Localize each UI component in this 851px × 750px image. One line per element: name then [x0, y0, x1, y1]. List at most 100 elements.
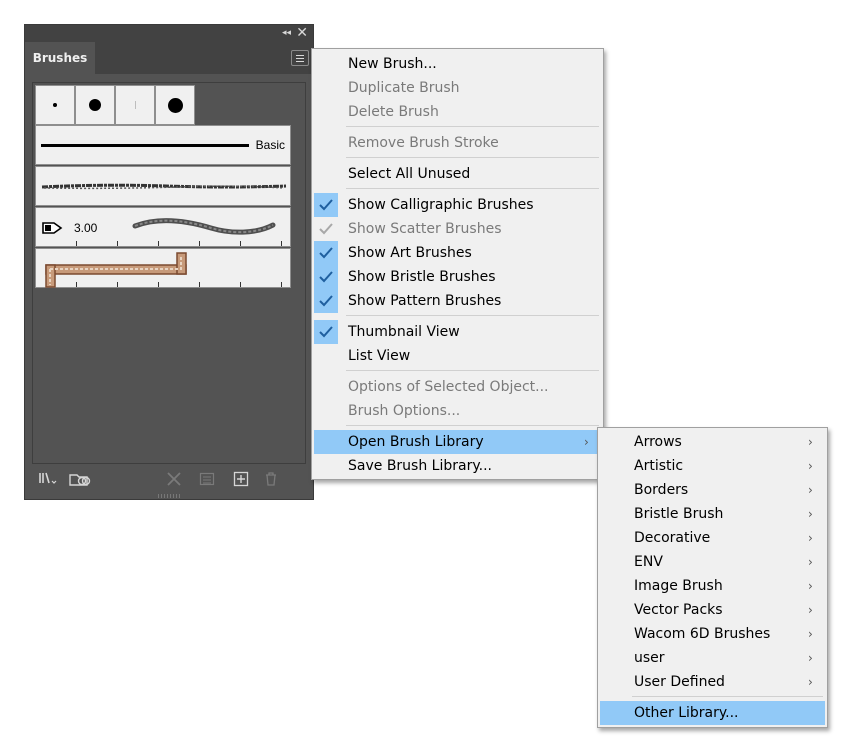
chevron-right-icon: ›	[808, 435, 813, 449]
pattern-brush-row[interactable]	[35, 248, 292, 288]
library-item-env[interactable]: ENV ›	[600, 550, 825, 574]
menu-separator	[346, 126, 599, 127]
panel-bottom-bar	[25, 463, 313, 499]
menu-item-duplicate-brush: Duplicate Brush	[314, 76, 601, 100]
library-item-user[interactable]: user ›	[600, 646, 825, 670]
menu-separator	[632, 696, 823, 697]
menu-separator	[346, 370, 599, 371]
checkmark-icon	[314, 320, 338, 344]
menu-item-label: Thumbnail View	[348, 324, 460, 340]
chevron-right-icon: ›	[808, 531, 813, 545]
menu-item-open-brush-library[interactable]: Open Brush Library ›	[314, 430, 601, 454]
brush-dot-icon	[135, 101, 136, 109]
menu-item-label: Vector Packs	[634, 602, 723, 618]
library-item-wacom-6d-brushes[interactable]: Wacom 6D Brushes ›	[600, 622, 825, 646]
panel-menu-icon[interactable]	[291, 50, 309, 66]
menu-item-label: Brush Options...	[348, 403, 461, 419]
menu-separator	[346, 188, 599, 189]
checkmark-icon	[314, 241, 338, 265]
menu-item-thumbnail-view[interactable]: Thumbnail View	[314, 320, 601, 344]
library-item-user-defined[interactable]: User Defined ›	[600, 670, 825, 694]
collapse-panel-icon[interactable]: ◂◂	[282, 27, 291, 39]
options-of-selected-object-icon	[199, 471, 215, 492]
menu-item-label: user	[634, 650, 665, 666]
chevron-right-icon: ›	[584, 435, 589, 449]
menu-item-label: Options of Selected Object...	[348, 379, 549, 395]
menu-item-show-bristle-brushes[interactable]: Show Bristle Brushes	[314, 265, 601, 289]
menu-item-label: Other Library...	[634, 705, 739, 721]
calligraphic-brush-swatch[interactable]	[75, 85, 115, 125]
menu-item-label: Delete Brush	[348, 104, 439, 120]
new-brush-icon[interactable]	[233, 471, 249, 492]
menu-item-label: Select All Unused	[348, 166, 471, 182]
menu-item-label: Show Scatter Brushes	[348, 221, 502, 237]
panel-title-bar[interactable]: ◂◂ ✕	[25, 25, 313, 42]
menu-item-label: Save Brush Library...	[348, 458, 492, 474]
menu-item-label: Show Art Brushes	[348, 245, 472, 261]
menu-item-label: Image Brush	[634, 578, 723, 594]
menu-item-label: Duplicate Brush	[348, 80, 460, 96]
chevron-right-icon: ›	[808, 651, 813, 665]
brush-libraries-menu-icon[interactable]	[38, 471, 58, 490]
charcoal-stroke-icon	[41, 183, 287, 190]
menu-item-select-all-unused[interactable]: Select All Unused	[314, 162, 601, 186]
menu-item-options-of-selected-object: Options of Selected Object...	[314, 375, 601, 399]
libraries-panel-icon[interactable]	[69, 471, 93, 492]
menu-item-label: Decorative	[634, 530, 711, 546]
chevron-right-icon: ›	[808, 579, 813, 593]
art-brush-pen-icon	[42, 222, 63, 234]
chevron-right-icon: ›	[808, 507, 813, 521]
chevron-right-icon: ›	[808, 603, 813, 617]
menu-item-label: Show Pattern Brushes	[348, 293, 502, 309]
menu-item-delete-brush: Delete Brush	[314, 100, 601, 124]
menu-item-label: Wacom 6D Brushes	[634, 626, 771, 642]
brush-list[interactable]: Basic 3.00	[32, 82, 306, 464]
menu-item-label: ENV	[634, 554, 663, 570]
basic-brush-row[interactable]: Basic	[35, 125, 291, 165]
library-item-artistic[interactable]: Artistic ›	[600, 454, 825, 478]
menu-item-label: Show Calligraphic Brushes	[348, 197, 534, 213]
delete-brush-icon	[263, 471, 279, 492]
library-item-arrows[interactable]: Arrows ›	[600, 430, 825, 454]
library-item-other-library[interactable]: Other Library...	[600, 701, 825, 725]
menu-item-save-brush-library[interactable]: Save Brush Library...	[314, 454, 601, 478]
open-brush-library-submenu: Arrows › Artistic › Borders › Bristle Brush › De…	[597, 427, 828, 728]
menu-item-label: List View	[348, 348, 411, 364]
menu-item-label: Open Brush Library	[348, 434, 484, 450]
library-item-borders[interactable]: Borders ›	[600, 478, 825, 502]
menu-item-label: Artistic	[634, 458, 684, 474]
library-item-decorative[interactable]: Decorative ›	[600, 526, 825, 550]
library-item-bristle-brush[interactable]: Bristle Brush ›	[600, 502, 825, 526]
chevron-right-icon: ›	[808, 675, 813, 689]
chevron-right-icon: ›	[808, 627, 813, 641]
library-item-image-brush[interactable]: Image Brush ›	[600, 574, 825, 598]
art-brush-row[interactable]: 3.00	[35, 207, 292, 247]
art-brush-size: 3.00	[74, 221, 98, 235]
tab-brushes[interactable]: Brushes	[25, 42, 95, 74]
resize-grip[interactable]	[158, 494, 182, 498]
menu-item-remove-brush-stroke: Remove Brush Stroke	[314, 131, 601, 155]
menu-item-label: Remove Brush Stroke	[348, 135, 499, 151]
brush-dot-icon	[168, 98, 183, 113]
menu-item-label: Borders	[634, 482, 689, 498]
calligraphic-brush-swatch[interactable]	[115, 85, 155, 125]
brush-dot-icon	[89, 99, 101, 111]
basic-stroke-icon	[41, 144, 249, 147]
menu-item-new-brush[interactable]: New Brush...	[314, 52, 601, 76]
menu-separator	[346, 315, 599, 316]
calligraphic-brush-swatch[interactable]	[35, 85, 75, 125]
calligraphic-brush-swatch[interactable]	[155, 85, 195, 125]
menu-separator	[346, 425, 599, 426]
library-item-vector-packs[interactable]: Vector Packs ›	[600, 598, 825, 622]
menu-item-show-calligraphic-brushes[interactable]: Show Calligraphic Brushes	[314, 193, 601, 217]
chevron-right-icon: ›	[808, 555, 813, 569]
checkmark-icon	[314, 289, 338, 313]
panel-tab-row: Brushes	[25, 42, 313, 74]
bristle-brush-row[interactable]	[35, 166, 291, 206]
menu-item-show-art-brushes[interactable]: Show Art Brushes	[314, 241, 601, 265]
menu-item-list-view[interactable]: List View	[314, 344, 601, 368]
checkmark-icon	[314, 265, 338, 289]
menu-item-show-pattern-brushes[interactable]: Show Pattern Brushes	[314, 289, 601, 313]
close-panel-icon[interactable]: ✕	[296, 25, 308, 41]
tick-marks	[36, 241, 292, 246]
